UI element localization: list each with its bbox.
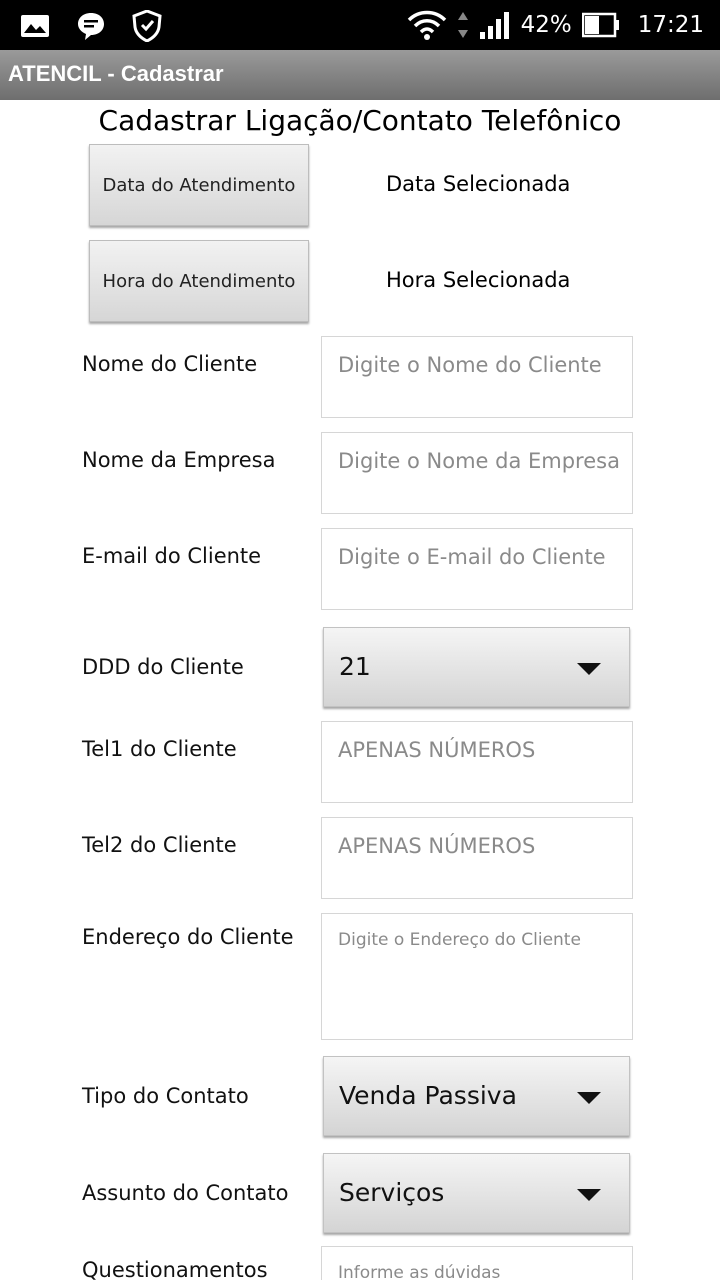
dropdown-arrow-icon: [577, 663, 601, 675]
contact-subject-dropdown[interactable]: Serviços: [323, 1153, 630, 1233]
page-title: Cadastrar Ligação/Contato Telefônico: [98, 104, 622, 137]
client-email-placeholder: Digite o E-mail do Cliente: [338, 545, 606, 569]
tel2-input[interactable]: APENAS NÚMEROS: [321, 817, 633, 899]
company-name-label: Nome da Empresa: [82, 448, 276, 472]
tel1-label: Tel1 do Cliente: [82, 737, 237, 761]
date-selected-text: Data Selecionada: [386, 172, 571, 196]
client-name-input[interactable]: Digite o Nome do Cliente: [321, 336, 633, 418]
client-email-label: E-mail do Cliente: [82, 544, 262, 568]
image-icon: [21, 15, 49, 37]
app-title: ATENCIL - Cadastrar: [8, 61, 224, 86]
system-indicators: 42% 17:21: [407, 0, 704, 50]
client-email-input[interactable]: Digite o E-mail do Cliente: [321, 528, 633, 610]
address-input[interactable]: Digite o Endereço do Cliente: [321, 913, 633, 1040]
contact-type-dropdown[interactable]: Venda Passiva: [323, 1056, 630, 1136]
address-label: Endereço do Cliente: [82, 925, 294, 949]
questions-input[interactable]: Informe as dúvidas: [321, 1246, 633, 1283]
time-selected-text: Hora Selecionada: [386, 268, 571, 292]
clock: 17:21: [637, 12, 704, 38]
tel2-placeholder: APENAS NÚMEROS: [338, 834, 536, 858]
wifi-icon: [407, 10, 446, 40]
shield-icon: [132, 10, 162, 42]
tel1-placeholder: APENAS NÚMEROS: [338, 738, 536, 762]
company-name-input[interactable]: Digite o Nome da Empresa: [321, 432, 633, 514]
company-name-placeholder: Digite o Nome da Empresa: [338, 449, 620, 473]
message-icon: [78, 13, 104, 40]
ddd-dropdown[interactable]: 21: [323, 627, 630, 707]
ddd-label: DDD do Cliente: [82, 655, 244, 679]
tel2-label: Tel2 do Cliente: [82, 833, 237, 857]
address-placeholder: Digite o Endereço do Cliente: [338, 930, 581, 950]
data-arrows-icon: [457, 12, 468, 38]
date-button[interactable]: Data do Atendimento: [89, 144, 309, 226]
contact-subject-value: Serviços: [339, 1178, 445, 1207]
notification-icons: [20, 10, 162, 42]
dropdown-arrow-icon: [577, 1189, 601, 1201]
client-name-label: Nome do Cliente: [82, 352, 258, 376]
battery-icon: [581, 12, 619, 38]
tel1-input[interactable]: APENAS NÚMEROS: [321, 721, 633, 803]
time-button[interactable]: Hora do Atendimento: [89, 240, 309, 322]
questions-label: Questionamentos: [82, 1258, 268, 1282]
contact-subject-label: Assunto do Contato: [82, 1181, 289, 1205]
dropdown-arrow-icon: [577, 1092, 601, 1104]
client-name-placeholder: Digite o Nome do Cliente: [338, 353, 602, 377]
status-bar: 42% 17:21: [0, 0, 720, 50]
contact-type-label: Tipo do Contato: [82, 1084, 249, 1108]
ddd-value: 21: [339, 652, 371, 681]
signal-icon: [479, 12, 509, 39]
battery-percentage: 42%: [520, 12, 572, 38]
app-title-bar: ATENCIL - Cadastrar: [0, 50, 720, 100]
contact-type-value: Venda Passiva: [339, 1081, 517, 1110]
questions-placeholder: Informe as dúvidas: [338, 1263, 501, 1283]
